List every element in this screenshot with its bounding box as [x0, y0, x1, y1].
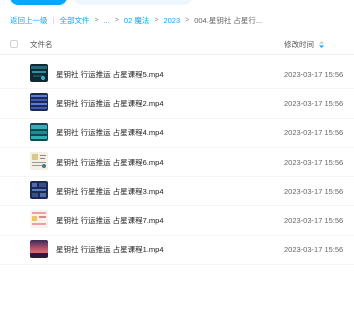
breadcrumb-folder-2023[interactable]: 2023	[163, 16, 180, 25]
file-modified-time: 2023-03-17 15:56	[284, 216, 344, 226]
column-header-time[interactable]: 修改时间	[284, 39, 324, 50]
file-row[interactable]: 星钥社 行运推运 占星课程6.mp4 2023-03-17 15:56	[0, 148, 354, 178]
file-list-header: 文件名 修改时间	[0, 34, 354, 55]
column-header-time-label: 修改时间	[284, 39, 314, 49]
chevron-right-icon: >	[154, 16, 159, 24]
sort-icon[interactable]	[319, 40, 324, 48]
file-name[interactable]: 星钥社 行运推运 占星课程1.mp4	[56, 244, 164, 255]
column-header-name[interactable]: 文件名	[30, 39, 53, 50]
chevron-right-icon: >	[114, 16, 119, 24]
video-thumbnail-icon	[30, 122, 48, 141]
file-row[interactable]: 星钥社 行运推运 占星课程4.mp4 2023-03-17 15:56	[0, 119, 354, 148]
breadcrumb: 返回上一级 | 全部文件 > ... > 02 魔法 > 2023 > 004.…	[10, 14, 348, 26]
breadcrumb-all-files[interactable]: 全部文件	[59, 15, 89, 26]
video-thumbnail-icon	[30, 210, 48, 229]
video-thumbnail-icon	[30, 181, 48, 200]
top-toolbar	[0, 0, 354, 6]
video-thumbnail-icon	[30, 64, 48, 82]
breadcrumb-ellipsis[interactable]: ...	[104, 16, 110, 25]
toolbar-search-box[interactable]	[74, 0, 192, 5]
toolbar-primary-button[interactable]	[10, 0, 67, 5]
chevron-right-icon: >	[94, 16, 99, 24]
file-row[interactable]: 星钥社 行运推运 占星课程1.mp4 2023-03-17 15:56	[0, 236, 354, 266]
file-name[interactable]: 星钥社 行星推运 占星课程3.mp4	[56, 186, 164, 197]
file-modified-time: 2023-03-17 15:56	[284, 69, 344, 79]
breadcrumb-folder-magic[interactable]: 02 魔法	[124, 15, 149, 26]
file-name[interactable]: 星钥社 行运推运 占星课程2.mp4	[56, 98, 164, 109]
video-thumbnail-icon	[30, 151, 48, 170]
file-modified-time: 2023-03-17 15:56	[284, 98, 344, 108]
chevron-right-icon: >	[185, 16, 190, 24]
file-name[interactable]: 星钥社 行运推运 占星课程5.mp4	[56, 69, 164, 80]
file-list: 星钥社 行运推运 占星课程5.mp4 2023-03-17 15:56 星钥社 行运…	[0, 60, 354, 266]
file-row[interactable]: 星钥社 行运推运 占星课程2.mp4 2023-03-17 15:56	[0, 89, 354, 119]
file-name[interactable]: 星钥社 行运推运 占星课程7.mp4	[56, 215, 164, 226]
file-row[interactable]: 星钥社 行星推运 占星课程3.mp4 2023-03-17 15:56	[0, 177, 354, 207]
file-name[interactable]: 星钥社 行运推运 占星课程4.mp4	[56, 127, 164, 138]
back-link[interactable]: 返回上一级	[10, 15, 48, 26]
file-name[interactable]: 星钥社 行运推运 占星课程6.mp4	[56, 157, 164, 168]
file-modified-time: 2023-03-17 15:56	[284, 128, 344, 138]
file-row[interactable]: 星钥社 行运推运 占星课程5.mp4 2023-03-17 15:56	[0, 60, 354, 90]
select-all-checkbox[interactable]	[10, 40, 18, 48]
video-thumbnail-icon	[30, 93, 48, 112]
file-row[interactable]: 星钥社 行运推运 占星课程7.mp4 2023-03-17 15:56	[0, 206, 354, 236]
file-modified-time: 2023-03-17 15:56	[284, 245, 344, 255]
breadcrumb-divider: |	[52, 15, 55, 25]
file-modified-time: 2023-03-17 15:56	[284, 186, 344, 196]
video-thumbnail-icon	[30, 239, 48, 258]
breadcrumb-current: 004.星钥社 占星行...	[194, 15, 263, 25]
file-modified-time: 2023-03-17 15:56	[284, 157, 344, 167]
